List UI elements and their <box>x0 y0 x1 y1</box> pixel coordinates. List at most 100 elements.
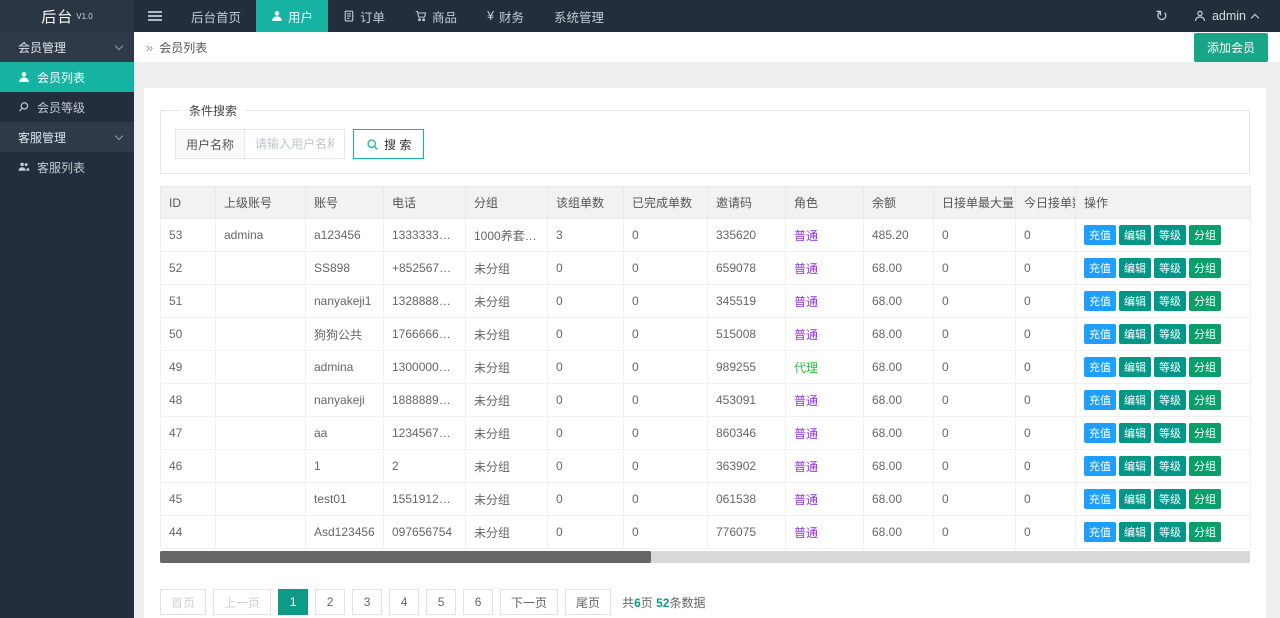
cell-parent-account <box>215 449 306 483</box>
sidebar-toggle-button[interactable] <box>134 0 176 32</box>
recharge-button[interactable]: 充值 <box>1084 324 1116 344</box>
nav-item-system[interactable]: 系统管理 <box>539 0 619 32</box>
level-button[interactable]: 等级 <box>1154 522 1186 542</box>
group-button[interactable]: 分组 <box>1189 324 1221 344</box>
sidebar-item-member-level[interactable]: 会员等级 <box>0 92 134 122</box>
recharge-button[interactable]: 充值 <box>1084 522 1116 542</box>
cell-balance: 68.00 <box>863 251 934 285</box>
level-button[interactable]: 等级 <box>1154 357 1186 377</box>
cell-parent-account <box>215 251 306 285</box>
recharge-button[interactable]: 充值 <box>1084 456 1116 476</box>
group-button[interactable]: 分组 <box>1189 489 1221 509</box>
edit-button[interactable]: 编辑 <box>1119 291 1151 311</box>
edit-button[interactable]: 编辑 <box>1119 357 1151 377</box>
pagination-page-4[interactable]: 4 <box>389 589 420 615</box>
table-row: 47 aa 12345678901 未分组 0 0 860346 普通 68.00 0 0 充值 编辑等… <box>160 416 1251 450</box>
group-button[interactable]: 分组 <box>1189 258 1221 278</box>
refresh-icon[interactable]: ↻ <box>1155 7 1168 25</box>
recharge-button[interactable]: 充值 <box>1084 291 1116 311</box>
group-button[interactable]: 分组 <box>1189 423 1221 443</box>
pagination-page-2[interactable]: 2 <box>315 589 346 615</box>
pagination-last-button[interactable]: 尾页 <box>565 589 612 615</box>
pagination-page-3[interactable]: 3 <box>352 589 383 615</box>
user-icon <box>272 11 282 21</box>
cell-parent-account <box>215 350 306 384</box>
total-records: 52 <box>656 595 670 610</box>
summary-prefix: 共 <box>622 595 635 610</box>
level-button[interactable]: 等级 <box>1154 324 1186 344</box>
recharge-button[interactable]: 充值 <box>1084 357 1116 377</box>
pagination-prev-button[interactable]: 上一页 <box>213 589 272 615</box>
level-button[interactable]: 等级 <box>1154 423 1186 443</box>
edit-button[interactable]: 编辑 <box>1119 489 1151 509</box>
edit-button[interactable]: 编辑 <box>1119 258 1151 278</box>
recharge-button[interactable]: 充值 <box>1084 489 1116 509</box>
group-button[interactable]: 分组 <box>1189 357 1221 377</box>
edit-button[interactable]: 编辑 <box>1119 225 1151 245</box>
user-menu[interactable]: admin <box>1194 9 1260 23</box>
level-button[interactable]: 等级 <box>1154 390 1186 410</box>
search-button[interactable]: 搜 索 <box>353 129 425 159</box>
group-button[interactable]: 分组 <box>1189 522 1221 542</box>
group-button[interactable]: 分组 <box>1189 291 1221 311</box>
sidebar-group-support-mgmt[interactable]: 客服管理 <box>0 122 134 152</box>
users-icon <box>18 162 30 171</box>
column-header: 日接单最大量 <box>933 186 1016 219</box>
recharge-button[interactable]: 充值 <box>1084 225 1116 245</box>
cell-invite-code: 061538 <box>707 482 786 516</box>
horizontal-scrollbar[interactable] <box>160 551 1250 563</box>
cell-invite-code: 860346 <box>707 416 786 450</box>
group-button[interactable]: 分组 <box>1189 390 1221 410</box>
cell-group: 未分组 <box>465 416 548 450</box>
pagination-page-6[interactable]: 6 <box>463 589 494 615</box>
recharge-button[interactable]: 充值 <box>1084 423 1116 443</box>
cell-parent-account <box>215 515 306 549</box>
sidebar-item-support-list[interactable]: 客服列表 <box>0 152 134 182</box>
cell-invite-code: 345519 <box>707 284 786 318</box>
pagination-next-button[interactable]: 下一页 <box>500 589 559 615</box>
nav-item-finance[interactable]: ¥ 财务 <box>472 0 539 32</box>
cell-today-orders: 0 <box>1015 251 1076 285</box>
cell-completed-orders: 0 <box>623 218 708 252</box>
table-row: 46 1 2 未分组 0 0 363902 普通 68.00 0 0 充值 编辑 等级 分组 禁用 <box>160 449 1251 483</box>
sidebar-group-member-mgmt[interactable]: 会员管理 <box>0 32 134 62</box>
recharge-button[interactable]: 充值 <box>1084 258 1116 278</box>
cell-id: 53 <box>160 218 216 252</box>
edit-button[interactable]: 编辑 <box>1119 423 1151 443</box>
sidebar-item-member-list[interactable]: 会员列表 <box>0 62 134 92</box>
search-icon <box>367 138 378 150</box>
username-input[interactable] <box>245 129 346 159</box>
scrollbar-thumb[interactable] <box>160 551 651 563</box>
level-button[interactable]: 等级 <box>1154 456 1186 476</box>
edit-button[interactable]: 编辑 <box>1119 390 1151 410</box>
recharge-button[interactable]: 充值 <box>1084 390 1116 410</box>
level-button[interactable]: 等级 <box>1154 225 1186 245</box>
cell-phone: 13288888888 <box>383 284 466 318</box>
edit-button[interactable]: 编辑 <box>1119 324 1151 344</box>
nav-item-orders[interactable]: 订单 <box>328 0 400 32</box>
yen-icon: ¥ <box>487 9 495 23</box>
pagination-page-1[interactable]: 1 <box>278 589 309 615</box>
pagination-first-button[interactable]: 首页 <box>160 589 207 615</box>
cell-parent-account <box>215 284 306 318</box>
column-header: 已完成单数 <box>623 186 708 219</box>
add-member-button[interactable]: 添加会员 <box>1193 32 1268 62</box>
edit-button[interactable]: 编辑 <box>1119 522 1151 542</box>
nav-item-home[interactable]: 后台首页 <box>176 0 256 32</box>
app-title: 后台 <box>41 8 74 26</box>
edit-button[interactable]: 编辑 <box>1119 456 1151 476</box>
cell-invite-code: 515008 <box>707 317 786 351</box>
nav-item-products[interactable]: 商品 <box>400 0 472 32</box>
cell-id: 45 <box>160 482 216 516</box>
cell-group: 未分组 <box>465 317 548 351</box>
pagination-page-5[interactable]: 5 <box>426 589 457 615</box>
username-label: 用户名称 <box>175 129 246 159</box>
group-button[interactable]: 分组 <box>1189 456 1221 476</box>
level-button[interactable]: 等级 <box>1154 489 1186 509</box>
cell-balance: 485.20 <box>863 218 934 252</box>
level-button[interactable]: 等级 <box>1154 291 1186 311</box>
cell-group-orders: 0 <box>547 284 624 318</box>
level-button[interactable]: 等级 <box>1154 258 1186 278</box>
nav-item-users[interactable]: 用户 <box>256 0 329 32</box>
group-button[interactable]: 分组 <box>1189 225 1221 245</box>
